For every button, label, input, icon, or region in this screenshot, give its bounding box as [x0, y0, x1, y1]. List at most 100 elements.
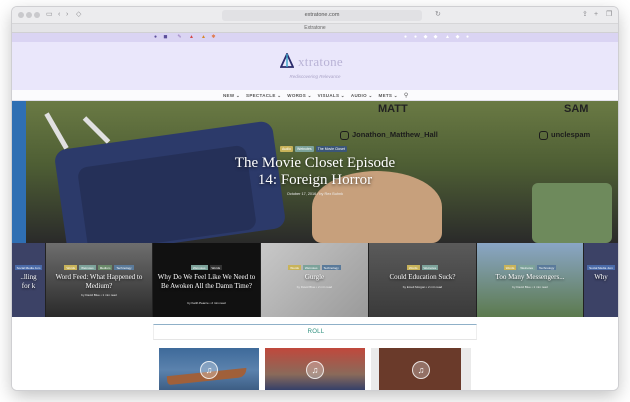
tag-badge[interactable]: Audio — [280, 146, 293, 152]
post-meta: by Emeli Morgan • 2 min read — [402, 285, 443, 289]
zoom-window-button[interactable] — [34, 12, 40, 18]
link-icon[interactable]: ▲ — [444, 34, 451, 41]
customize-icon[interactable]: ✎ — [176, 34, 183, 41]
hero-title-line[interactable]: The Movie Closet Episode — [235, 155, 395, 171]
post-card[interactable]: Words Wetnotes Technology Too Many Messe… — [477, 243, 584, 317]
roll-thumbnails: ♫ ♫ ♫ — [159, 348, 471, 390]
nav-item-new[interactable]: NEW ⌄ — [223, 93, 240, 99]
tag-badge[interactable]: Wetnotes — [190, 265, 208, 270]
post-title[interactable]: Gurgle — [265, 273, 364, 282]
nav-item-spectacle[interactable]: SPECTACLE ⌄ — [246, 93, 281, 99]
tag-badge[interactable]: The Movie Closet — [315, 146, 347, 152]
tag-badge[interactable]: Medium — [97, 265, 113, 270]
browser-toolbar: ▭ ‹ › ◇ extratone.com ↻ ⇪ + ❐ — [12, 7, 618, 24]
handle-left-text: Jonathon_Matthew_Hall — [352, 130, 438, 139]
music-icon[interactable]: ♫ — [412, 361, 430, 379]
star-icon[interactable]: ◆ — [422, 34, 429, 41]
tag-badge[interactable]: Words — [64, 265, 78, 270]
tag-badge[interactable]: Words — [288, 265, 301, 270]
tag-badge[interactable]: Technology — [114, 265, 134, 270]
post-meta: by Keith Pearce • 2 min read — [187, 301, 226, 305]
nav-item-words[interactable]: WORDS ⌄ — [287, 93, 311, 99]
share-icon[interactable]: ⇪ — [582, 10, 588, 20]
reload-icon[interactable]: ↻ — [435, 10, 441, 20]
nav-item-visuals[interactable]: VISUALS ⌄ — [318, 93, 345, 99]
tag-badge[interactable]: Wetnotes — [294, 146, 314, 152]
tag-badge[interactable]: Technology — [321, 265, 341, 270]
post-meta: by David Blue • 1 min read — [81, 293, 117, 297]
tag-badge[interactable]: Social Media Jum — [587, 265, 615, 270]
post-card[interactable]: Social Media Jum ..lling for k — [12, 243, 46, 317]
post-card[interactable]: Wetnotes Words Why Do We Feel Like We Ne… — [153, 243, 261, 317]
user-icon[interactable]: ● — [412, 34, 419, 41]
post-title[interactable]: Why — [588, 273, 614, 282]
new-icon[interactable]: ✱ — [210, 34, 217, 41]
music-icon[interactable]: ♫ — [200, 361, 218, 379]
tag-badge[interactable]: Social Media Jum — [14, 265, 43, 270]
close-window-button[interactable] — [18, 12, 24, 18]
site-header: xtratone Rediscovering Relevance — [12, 42, 618, 90]
post-title[interactable]: Too Many Messengers... — [481, 273, 579, 282]
minimize-window-button[interactable] — [26, 12, 32, 18]
post-card[interactable]: Words Wetnotes Technology Gurgle by Davi… — [261, 243, 369, 317]
hero-sign-right: SAM — [564, 103, 589, 115]
back-icon[interactable]: ‹ — [58, 10, 60, 20]
hero-handle-left: Jonathon_Matthew_Hall — [340, 130, 438, 140]
gear-icon[interactable]: ◆ — [432, 34, 439, 41]
search-admin-icon[interactable]: ◆ — [454, 34, 461, 41]
instagram-icon — [340, 130, 349, 140]
tag-badge[interactable]: Words — [503, 265, 517, 270]
post-title[interactable]: Could Education Suck? — [373, 273, 472, 282]
tag-badge[interactable]: Wetnotes — [421, 265, 439, 270]
nav-item-audio[interactable]: AUDIO ⌄ — [351, 93, 373, 99]
hero-title-line[interactable]: 14: Foreign Horror — [258, 172, 372, 188]
hero-tags: Audio Wetnotes The Movie Closet — [280, 146, 347, 152]
hero-sign-left: MATT — [378, 103, 408, 115]
post-title[interactable]: Why Do We Feel Like We Need to Be Awoken… — [157, 273, 256, 290]
roll-thumb[interactable]: ♫ — [371, 348, 471, 390]
address-bar[interactable]: extratone.com — [222, 10, 422, 21]
dashboard-icon[interactable]: ● — [152, 34, 159, 41]
roll-label[interactable]: ROLL — [154, 325, 478, 340]
tag-badge[interactable]: Technology — [537, 265, 557, 270]
tab-title[interactable]: Extratone — [12, 24, 618, 33]
tag-badge[interactable]: Words — [209, 265, 223, 270]
logo-icon[interactable] — [280, 53, 294, 69]
tag-badge[interactable]: Wetnotes — [79, 265, 96, 270]
post-title[interactable]: Word Feed: What Happened to Medium? — [50, 273, 148, 290]
hero-meta: October 17, 2016 / by Rex Buhnk — [286, 192, 344, 196]
post-title[interactable]: ..lling for k — [16, 273, 41, 290]
profile-icon[interactable]: ● — [464, 34, 471, 41]
bell-icon[interactable]: ● — [402, 34, 409, 41]
tabs-overview-icon[interactable]: ❐ — [606, 10, 612, 20]
post-card[interactable]: Social Media Jum Why — [584, 243, 618, 317]
roll-header: ROLL — [153, 324, 477, 340]
post-card[interactable]: Words Wetnotes Medium Technology Word Fe… — [46, 243, 153, 317]
hero-title[interactable]: The Movie Closet Episode 14: Foreign Horr… — [12, 155, 618, 189]
nav-item-mets[interactable]: METS ⌄ — [379, 93, 398, 99]
comments-icon[interactable]: ▲ — [200, 34, 207, 41]
hero-handle-right: unclespam — [539, 130, 590, 140]
main-nav: NEW ⌄ SPECTACLE ⌄ WORDS ⌄ VISUALS ⌄ AUDI… — [12, 90, 618, 101]
hero-feature[interactable]: MATT SAM Jonathon_Matthew_Hall unclespam… — [12, 101, 618, 243]
post-meta: by David Blue • 1 min read — [512, 285, 548, 289]
music-icon[interactable]: ♫ — [306, 361, 324, 379]
site-brand[interactable]: xtratone — [298, 54, 343, 70]
search-icon[interactable]: ⚲ — [404, 92, 408, 99]
sidebar-icon[interactable]: ▭ — [46, 10, 53, 20]
website: ● ◼ ✎ ▲ ▲ ✱ ● ● ◆ ◆ ▲ ◆ ● xtratone Redis… — [12, 33, 618, 390]
post-meta: by David Blue • 2 min read — [296, 285, 333, 289]
site-icon[interactable]: ◼ — [162, 34, 169, 41]
updates-icon[interactable]: ▲ — [188, 34, 195, 41]
roll-thumb[interactable]: ♫ — [159, 348, 259, 390]
tag-badge[interactable]: Wetnotes — [302, 265, 320, 270]
tag-badge[interactable]: Wetnotes — [518, 265, 536, 270]
site-tagline: Rediscovering Relevance — [289, 74, 341, 79]
forward-icon[interactable]: › — [66, 10, 68, 20]
roll-thumb[interactable]: ♫ — [265, 348, 365, 390]
shield-icon[interactable]: ◇ — [76, 10, 81, 20]
tag-badge[interactable]: Words — [406, 265, 420, 270]
new-tab-icon[interactable]: + — [594, 10, 598, 20]
instagram-icon — [539, 130, 548, 140]
post-card[interactable]: Words Wetnotes Could Education Suck? by … — [369, 243, 477, 317]
